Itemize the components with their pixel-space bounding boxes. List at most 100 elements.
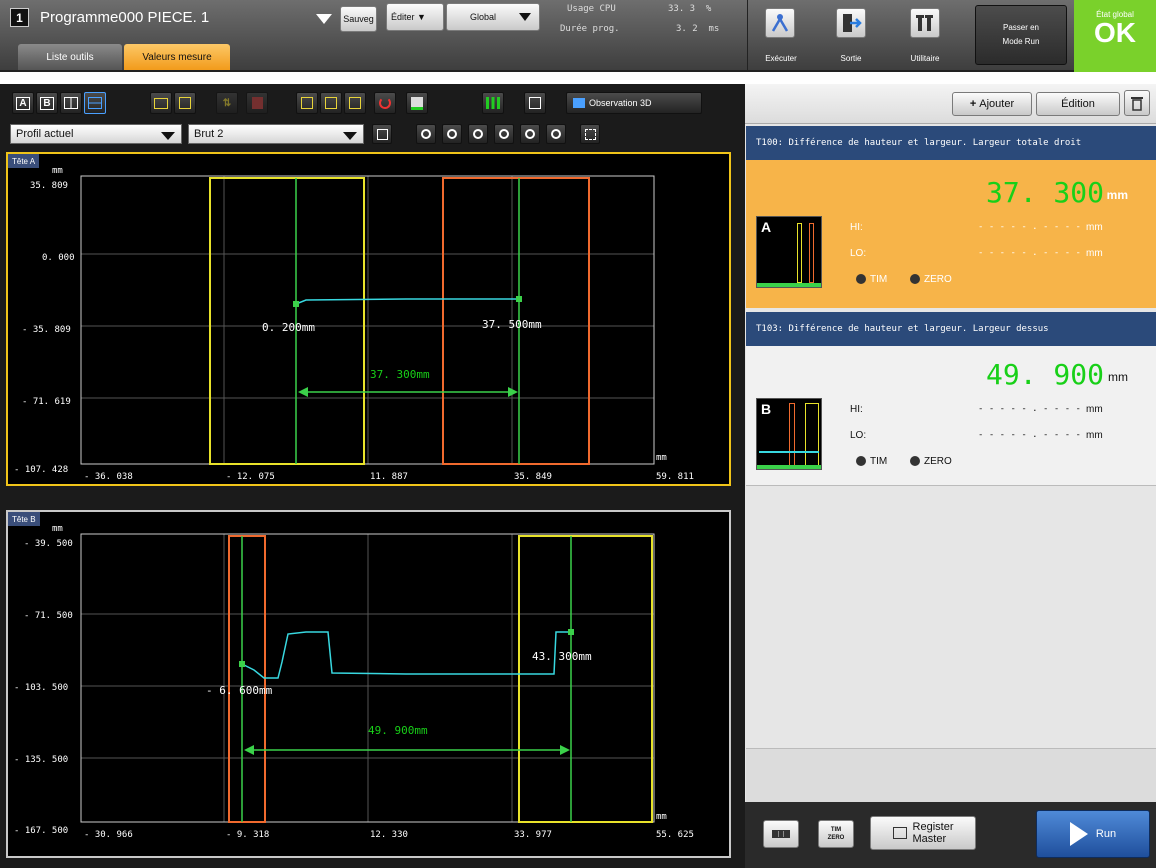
display-layout-icon[interactable]	[763, 820, 799, 848]
tool-t103-unit: mm	[1108, 370, 1128, 384]
profile-select-value: Profil actuel	[16, 128, 74, 140]
register-master-icon	[892, 827, 907, 839]
layout-icon[interactable]	[372, 124, 392, 144]
copy-view-icon[interactable]	[524, 92, 546, 114]
profile-select[interactable]: Profil actuel	[10, 124, 182, 144]
tool-t103-thumbnail: B	[756, 398, 822, 470]
head-b-chart[interactable]	[6, 510, 731, 858]
run-mode-button[interactable]: Passer en Mode Run	[975, 5, 1067, 65]
add-button-label: Ajouter	[979, 98, 1015, 110]
head-b-ytick-1: - 39. 500	[24, 539, 73, 549]
head-a-view-button[interactable]: A	[12, 92, 34, 114]
chevron-down-icon	[161, 132, 175, 140]
scope-select[interactable]: Global	[446, 3, 540, 31]
global-state-value: OK	[1094, 17, 1136, 48]
tool-t103-title: T103: Différence de hauteur et largeur. …	[756, 324, 1049, 334]
chevron-down-icon	[519, 13, 531, 21]
height-view-icon[interactable]	[174, 92, 196, 114]
trash-icon[interactable]	[1124, 90, 1150, 116]
register-master-line1: Register	[912, 821, 954, 833]
head-a-xtick-5: 59. 811	[656, 472, 694, 482]
tool-t103-header[interactable]: T103: Différence de hauteur et largeur. …	[746, 312, 1156, 346]
tab-measure-values[interactable]: Valeurs mesure	[124, 44, 230, 70]
mask-icon[interactable]	[246, 92, 268, 114]
head-a-ytick-2: 0. 000	[42, 253, 75, 263]
cube-icon	[573, 98, 585, 108]
program-name: Programme000 PIECE. 1	[40, 9, 210, 26]
run-mode-line1: Passer en	[1002, 23, 1040, 32]
tool-t100-hi-label: HI:	[850, 222, 863, 233]
head-a-chart[interactable]	[6, 152, 731, 486]
scope-label: Global	[469, 12, 496, 22]
head-b-profile-line	[241, 631, 571, 679]
tab-tool-list[interactable]: Liste outils	[18, 44, 122, 70]
register-master-line2: Master	[912, 833, 947, 845]
save-button[interactable]: Sauveg	[340, 6, 377, 32]
tool-t103-card[interactable]: 49. 900 mm B HI: - - - - - . - - - - mm …	[746, 346, 1156, 486]
zoom-out-x-icon[interactable]	[546, 124, 566, 144]
tool-t100-card[interactable]: 37. 300 mm A HI: - - - - - . - - - - mm …	[746, 160, 1156, 308]
top-bar: 1 Programme000 PIECE. 1 Sauveg Éditer ▼ …	[0, 0, 1156, 72]
chevron-down-icon	[343, 132, 357, 140]
register-master-button[interactable]: Register Master	[870, 816, 976, 850]
exit-icon[interactable]	[836, 8, 866, 38]
tool-t103-value: 49. 900	[985, 358, 1104, 391]
refresh-icon[interactable]	[374, 92, 396, 114]
tim-zero-button[interactable]: TIM ZERO	[818, 820, 854, 848]
edit-menu-button[interactable]: Éditer ▼	[386, 3, 444, 31]
cpu-label: Usage CPU	[567, 4, 616, 14]
zoom-reset-icon[interactable]	[344, 92, 366, 114]
tool-t100-header[interactable]: T100: Différence de hauteur et largeur. …	[746, 126, 1156, 160]
fit-view-icon[interactable]	[580, 124, 600, 144]
time-label: Durée prog.	[560, 24, 620, 34]
zoom-in-x-icon[interactable]	[520, 124, 540, 144]
tim-zero-line2: ZERO	[827, 835, 845, 841]
head-b-window-2	[518, 535, 653, 823]
execute-label: Exécuter	[765, 54, 797, 63]
run-button[interactable]: Run	[1036, 810, 1150, 858]
raw-select-value: Brut 2	[194, 128, 224, 140]
head-b-point-2-label: 43. 300mm	[532, 650, 592, 663]
cpu-value: 33. 3 %	[668, 4, 712, 14]
result-footer-blank	[746, 748, 1156, 802]
profile-view-icon[interactable]	[150, 92, 172, 114]
tool-t100-zero-label: ZERO	[924, 274, 952, 285]
tool-t100-lo-label: LO:	[850, 248, 867, 259]
zoom-out-y-icon[interactable]	[494, 124, 514, 144]
raw-select[interactable]: Brut 2	[188, 124, 364, 144]
execute-icon[interactable]	[765, 8, 795, 38]
tool-t100-lo-unit: mm	[1086, 248, 1103, 259]
zoom-in-y-icon[interactable]	[468, 124, 488, 144]
head-a-ytick-1: 35. 809	[30, 181, 68, 191]
head-a-ytick-3: - 35. 809	[22, 325, 71, 335]
histogram-icon[interactable]	[482, 92, 504, 114]
head-b-view-button[interactable]: B	[36, 92, 58, 114]
tool-t100-lo-value: - - - - - . - - - -	[978, 248, 1081, 258]
head-a-xtick-2: - 12. 075	[226, 472, 275, 482]
exit-label: Sortie	[840, 54, 862, 63]
zoom-fit-icon[interactable]	[320, 92, 342, 114]
zoom-in-icon[interactable]	[416, 124, 436, 144]
head-b-xtick-2: - 9. 318	[226, 830, 270, 840]
zoom-area-icon[interactable]	[296, 92, 318, 114]
head-b-xtick-1: - 30. 966	[84, 830, 133, 840]
align-icon[interactable]: ⇅	[216, 92, 238, 114]
head-a-unit-y: mm	[52, 166, 63, 176]
head-b-ytick-2: - 71. 500	[24, 611, 73, 621]
time-value: 3. 2 ms	[676, 24, 720, 34]
head-a-point-2-label: 37. 500mm	[482, 318, 542, 331]
split-horizontal-icon[interactable]	[60, 92, 82, 114]
program-dropdown-icon[interactable]	[316, 14, 332, 24]
split-vertical-icon[interactable]	[84, 92, 106, 114]
utility-icon[interactable]	[910, 8, 940, 38]
tool-t103-lo-label: LO:	[850, 430, 867, 441]
observation-3d-button[interactable]: Observation 3D	[566, 92, 702, 114]
edit-button[interactable]: Édition	[1036, 92, 1120, 116]
add-button[interactable]: + Ajouter	[952, 92, 1032, 116]
play-icon	[1069, 822, 1088, 846]
zoom-out-icon[interactable]	[442, 124, 462, 144]
head-b-distance-label: 49. 900mm	[368, 724, 428, 737]
save-image-icon[interactable]	[406, 92, 428, 114]
tool-t100-unit: mm	[1106, 188, 1128, 202]
tool-t103-hi-unit: mm	[1086, 404, 1103, 415]
